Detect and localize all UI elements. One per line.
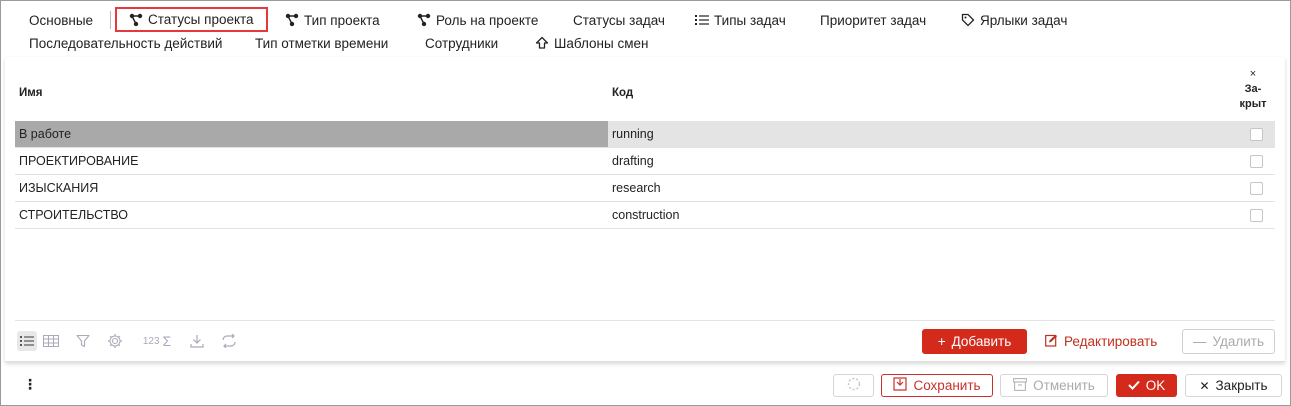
- close-icon: ✕: [1199, 378, 1210, 393]
- close-button[interactable]: ✕ Закрыть: [1185, 374, 1282, 397]
- close-button-label: Закрыть: [1215, 378, 1268, 393]
- table-row[interactable]: СТРОИТЕЛЬСТВО construction: [15, 202, 1275, 229]
- download-icon[interactable]: [187, 331, 207, 351]
- list-icon: [695, 13, 709, 27]
- tab-shift-templates[interactable]: Шаблоны смен: [535, 32, 648, 54]
- upload-arrow-icon: [535, 36, 549, 50]
- closed-checkbox[interactable]: [1250, 155, 1263, 168]
- sum-icon-label: 123: [142, 335, 160, 347]
- cell-code[interactable]: research: [608, 175, 1275, 201]
- sum-icon[interactable]: 123 Σ: [137, 331, 177, 351]
- cell-name[interactable]: ИЗЫСКАНИЯ: [15, 175, 608, 201]
- cell-code[interactable]: running: [608, 121, 1275, 147]
- tab-project-statuses[interactable]: Статусы проекта: [115, 7, 268, 32]
- dialog-footer: ⋮ Сохранить Отменить OK ✕ Закрыть: [1, 367, 1290, 405]
- delete-button-label: Удалить: [1212, 334, 1265, 349]
- add-button-label: Добавить: [951, 334, 1012, 349]
- tab-task-labels[interactable]: Ярлыки задач: [961, 9, 1067, 31]
- tab-action-sequence[interactable]: Последовательность действий: [29, 32, 222, 54]
- add-button[interactable]: + Добавить: [922, 329, 1027, 354]
- cell-name[interactable]: ПРОЕКТИРОВАНИЕ: [15, 148, 608, 174]
- edit-button-label: Редактировать: [1064, 334, 1158, 349]
- edit-icon: [1045, 334, 1058, 350]
- hierarchy-icon: [285, 13, 299, 27]
- hierarchy-icon: [417, 13, 431, 27]
- refresh-icon[interactable]: [219, 331, 239, 351]
- cell-name[interactable]: В работе: [15, 121, 608, 147]
- column-header-name[interactable]: Имя: [19, 87, 42, 99]
- more-vert-icon[interactable]: ⋮: [23, 377, 37, 393]
- tab-project-role[interactable]: Роль на проекте: [417, 9, 538, 31]
- tab-main[interactable]: Основные: [29, 9, 93, 31]
- save-button-label: Сохранить: [913, 378, 981, 393]
- tab-task-statuses[interactable]: Статусы задач: [573, 9, 665, 31]
- table-row[interactable]: ИЗЫСКАНИЯ research: [15, 175, 1275, 202]
- closed-checkbox[interactable]: [1250, 209, 1263, 222]
- tab-project-type[interactable]: Тип проекта: [285, 9, 380, 31]
- check-icon: [1128, 378, 1140, 393]
- column-header-closed-line2: крыт: [1239, 98, 1267, 110]
- grid-toolbar: 123 Σ + Добавить Редактировать — Удалить: [15, 320, 1275, 356]
- closed-checkbox[interactable]: [1250, 182, 1263, 195]
- save-icon: [893, 377, 908, 394]
- list-view-icon[interactable]: [17, 331, 37, 351]
- tab-divider: [110, 11, 111, 29]
- tab-bar: Основные Статусы проекта Тип проекта Рол…: [5, 5, 1285, 57]
- cell-name[interactable]: СТРОИТЕЛЬСТВО: [15, 202, 608, 228]
- ok-button-label: OK: [1145, 378, 1166, 393]
- tab-time-mark-type-label: Тип отметки времени: [255, 35, 389, 51]
- tag-icon: [961, 13, 975, 27]
- tab-task-labels-label: Ярлыки задач: [980, 12, 1068, 28]
- tab-project-type-label: Тип проекта: [304, 12, 380, 28]
- tab-task-priority[interactable]: Приоритет задач: [820, 9, 926, 31]
- table-row[interactable]: ПРОЕКТИРОВАНИЕ drafting: [15, 148, 1275, 175]
- spinner-icon: [847, 377, 861, 394]
- tab-task-priority-label: Приоритет задач: [820, 12, 927, 28]
- cancel-button-label: Отменить: [1033, 378, 1095, 393]
- tab-action-sequence-label: Последовательность действий: [29, 35, 223, 51]
- table-row[interactable]: В работе running: [15, 121, 1275, 148]
- grid-rows: В работе running ПРОЕКТИРОВАНИЕ drafting…: [15, 121, 1275, 229]
- column-header-closed[interactable]: × За- крыт: [1231, 67, 1275, 112]
- cell-code[interactable]: construction: [608, 202, 1275, 228]
- closed-checkbox[interactable]: [1250, 128, 1263, 141]
- tab-task-types[interactable]: Типы задач: [695, 9, 786, 31]
- table-view-icon[interactable]: [41, 331, 61, 351]
- filter-icon[interactable]: [73, 331, 93, 351]
- tab-employees[interactable]: Сотрудники: [425, 32, 498, 54]
- cell-code[interactable]: drafting: [608, 148, 1275, 174]
- column-header-code[interactable]: Код: [612, 87, 633, 99]
- column-header-closed-line1: За-: [1244, 83, 1262, 95]
- tab-employees-label: Сотрудники: [425, 35, 499, 51]
- gear-icon[interactable]: [105, 331, 125, 351]
- tab-task-statuses-label: Статусы задач: [573, 12, 665, 28]
- hierarchy-icon: [129, 13, 143, 27]
- tab-time-mark-type[interactable]: Тип отметки времени: [255, 32, 388, 54]
- save-button[interactable]: Сохранить: [881, 374, 993, 397]
- tab-task-types-label: Типы задач: [714, 12, 786, 28]
- archive-icon: [1013, 377, 1028, 394]
- tab-project-statuses-label: Статусы проекта: [148, 12, 254, 27]
- grid-panel: Имя Код × За- крыт В работе running ПРОЕ…: [5, 57, 1285, 362]
- plus-icon: +: [937, 334, 946, 349]
- loading-spinner-button[interactable]: [833, 374, 874, 397]
- cancel-button[interactable]: Отменить: [1000, 374, 1108, 397]
- tab-shift-templates-label: Шаблоны смен: [554, 35, 649, 51]
- grid-header: Имя Код × За- крыт: [15, 67, 1275, 119]
- delete-button[interactable]: — Удалить: [1182, 329, 1275, 354]
- ok-button[interactable]: OK: [1116, 374, 1177, 397]
- tab-project-role-label: Роль на проекте: [436, 12, 539, 28]
- tab-main-label: Основные: [29, 12, 94, 28]
- minus-icon: —: [1192, 334, 1207, 349]
- edit-button[interactable]: Редактировать: [1045, 329, 1165, 354]
- close-icon: ×: [1249, 68, 1257, 80]
